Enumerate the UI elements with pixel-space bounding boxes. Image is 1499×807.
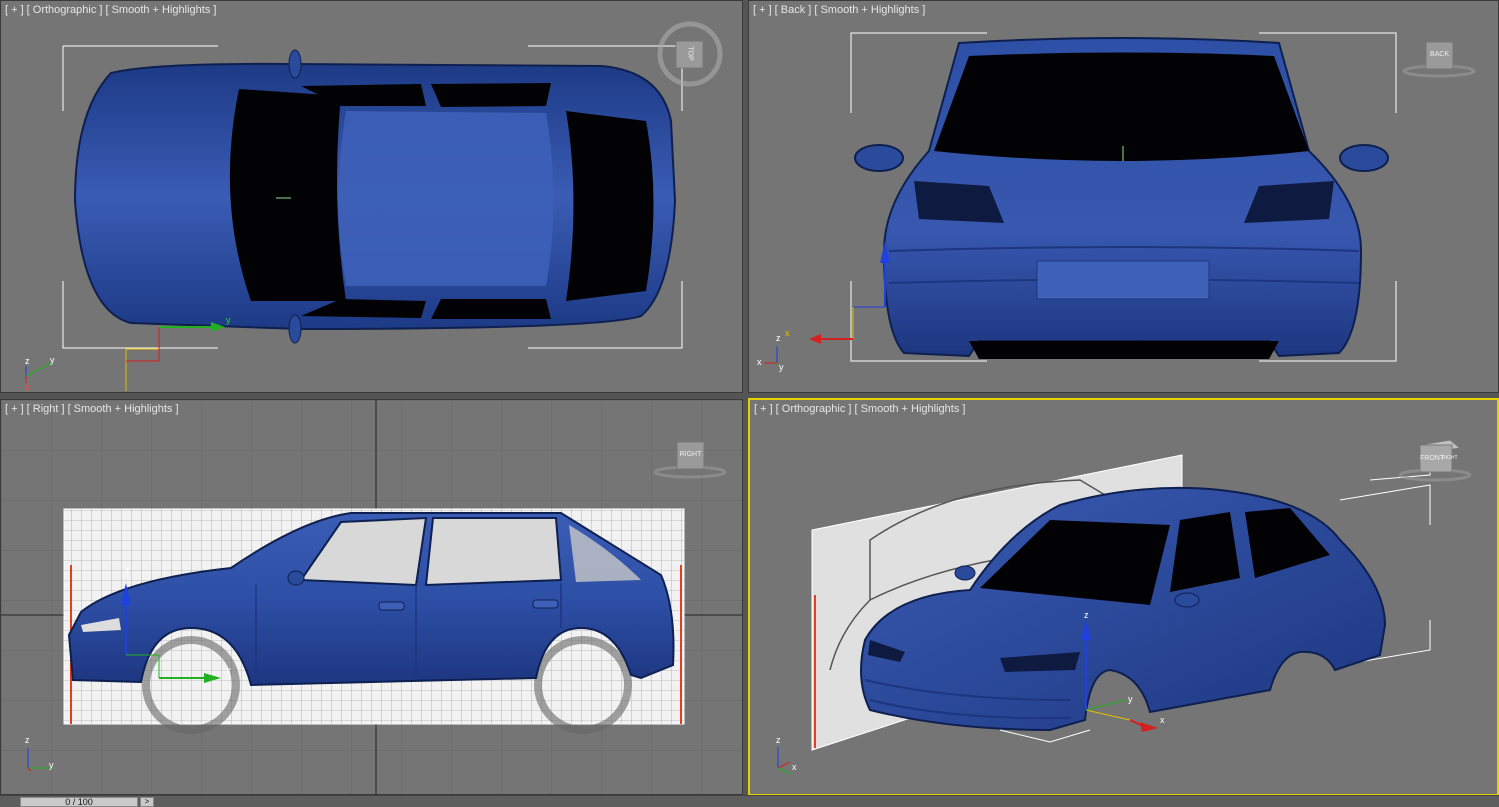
svg-text:x: x — [25, 382, 30, 392]
move-gizmo-icon: y — [125, 315, 231, 391]
viewport-menu-view[interactable]: [ Right ] — [27, 403, 65, 415]
viewport-menu-plus[interactable]: [ + ] — [753, 4, 772, 16]
viewcube-label[interactable]: BACK — [1426, 51, 1453, 58]
viewport-menu-view[interactable]: [ Orthographic ] — [776, 403, 852, 415]
svg-text:y: y — [1128, 694, 1133, 704]
viewport-label: [ + ][ Orthographic ][ Smooth + Highligh… — [754, 403, 968, 415]
move-gizmo-icon: x — [785, 241, 890, 344]
viewcube-label[interactable]: TOP — [687, 42, 694, 66]
viewport-menu-plus[interactable]: [ + ] — [754, 403, 773, 415]
viewport-back[interactable]: [ + ][ Back ][ Smooth + Highlights ] x z… — [748, 0, 1499, 393]
svg-text:z: z — [25, 735, 30, 745]
viewcube-label-right[interactable]: RIGHT — [1442, 455, 1458, 461]
svg-text:z: z — [776, 333, 781, 343]
svg-text:z: z — [1084, 610, 1089, 620]
svg-text:y: y — [50, 355, 55, 365]
viewport-menu-shading[interactable]: [ Smooth + Highlights ] — [105, 4, 216, 16]
svg-text:y: y — [226, 665, 231, 675]
viewcube-label-front[interactable]: FRONT — [1420, 455, 1444, 462]
viewport-menu-view[interactable]: [ Orthographic ] — [27, 4, 103, 16]
right-view-canvas: z y z y — [1, 400, 742, 794]
viewport-menu-shading[interactable]: [ Smooth + Highlights ] — [814, 4, 925, 16]
viewport-menu-plus[interactable]: [ + ] — [5, 403, 24, 415]
windshield — [229, 89, 346, 301]
svg-text:x: x — [1160, 715, 1165, 725]
viewport-label: [ + ][ Orthographic ][ Smooth + Highligh… — [5, 4, 219, 16]
axis-tripod-icon: z y x — [25, 355, 55, 392]
svg-text:z: z — [25, 356, 30, 366]
persp-view-canvas: z x y z x — [776, 439, 1472, 775]
rear-window — [934, 52, 1309, 161]
viewcube-icon — [1402, 41, 1476, 78]
svg-text:z: z — [776, 735, 781, 745]
top-view-canvas: y z y x — [25, 21, 723, 392]
svg-text:y: y — [226, 315, 231, 325]
viewport-persp[interactable]: [ + ][ Orthographic ][ Smooth + Highligh… — [748, 398, 1499, 796]
axis-tripod-icon: z x — [776, 735, 797, 775]
svg-text:x: x — [785, 328, 790, 338]
svg-text:x: x — [757, 357, 762, 367]
viewport-right[interactable]: [ + ][ Right ][ Smooth + Highlights ] z … — [0, 399, 743, 795]
viewcube-label[interactable]: RIGHT — [677, 451, 704, 458]
viewport-menu-shading[interactable]: [ Smooth + Highlights ] — [68, 403, 179, 415]
back-view-canvas: x z x y — [757, 32, 1476, 372]
viewport-menu-plus[interactable]: [ + ] — [5, 4, 24, 16]
svg-text:x: x — [792, 762, 797, 772]
svg-text:z: z — [125, 565, 130, 575]
viewport-menu-view[interactable]: [ Back ] — [775, 4, 812, 16]
viewport-label: [ + ][ Right ][ Smooth + Highlights ] — [5, 403, 182, 415]
viewport-label: [ + ][ Back ][ Smooth + Highlights ] — [753, 4, 928, 16]
viewport-top[interactable]: [ + ][ Orthographic ][ Smooth + Highligh… — [0, 0, 743, 393]
svg-text:y: y — [779, 362, 784, 372]
time-bar: 0 / 100 > — [0, 795, 1499, 807]
viewport-menu-shading[interactable]: [ Smooth + Highlights ] — [854, 403, 965, 415]
svg-text:y: y — [49, 760, 54, 770]
axis-tripod-icon: z x y — [757, 333, 784, 372]
